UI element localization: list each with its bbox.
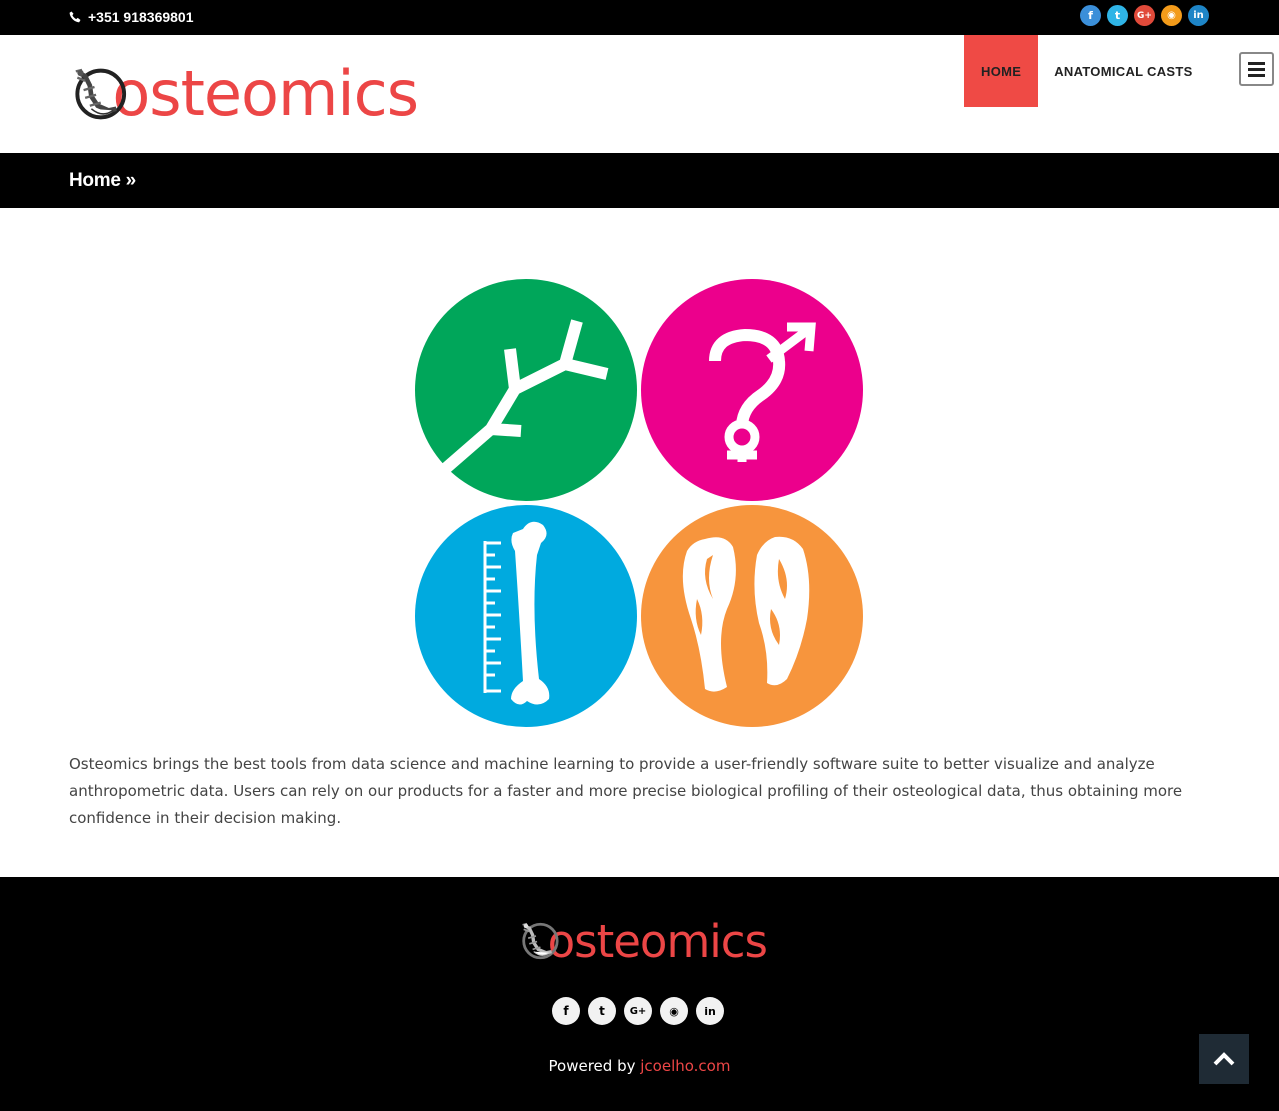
facebook-icon[interactable]: f bbox=[1080, 5, 1101, 26]
footer-logo[interactable]: osteomics bbox=[517, 911, 768, 971]
site-logo[interactable]: osteomics bbox=[68, 53, 419, 135]
linkedin-icon[interactable]: in bbox=[1188, 5, 1209, 26]
phone-contact[interactable]: +351 918369801 bbox=[69, 9, 194, 25]
back-to-top-button[interactable] bbox=[1199, 1034, 1249, 1084]
facebook-icon[interactable]: f bbox=[552, 997, 580, 1025]
site-header: osteomics HOME ANATOMICAL CASTS bbox=[0, 35, 1279, 153]
phone-number: +351 918369801 bbox=[88, 9, 194, 25]
skeleton-logo-icon bbox=[522, 922, 559, 960]
top-bar: +351 918369801 f t G+ ◉ in bbox=[0, 0, 1279, 35]
twitter-icon[interactable]: t bbox=[588, 997, 616, 1025]
tree-icon bbox=[415, 279, 637, 501]
powered-by: Powered by jcoelho.com bbox=[0, 1057, 1279, 1075]
powered-by-link[interactable]: jcoelho.com bbox=[640, 1057, 730, 1075]
gender-question-icon bbox=[641, 279, 863, 501]
powered-by-label: Powered by bbox=[548, 1057, 641, 1075]
intro-text: Osteomics brings the best tools from dat… bbox=[69, 755, 1183, 827]
footer-logo-wordmark: osteomics bbox=[547, 914, 768, 968]
google-plus-icon[interactable]: G+ bbox=[1134, 5, 1155, 26]
logo-wordmark: osteomics bbox=[112, 57, 419, 130]
breadcrumb: Home » bbox=[0, 153, 1279, 208]
skeleton-logo-icon bbox=[75, 68, 127, 120]
rss-icon[interactable]: ◉ bbox=[1161, 5, 1182, 26]
hamburger-icon[interactable] bbox=[1239, 52, 1274, 86]
top-social-links: f t G+ ◉ in bbox=[1080, 5, 1209, 26]
chevron-up-icon bbox=[1213, 1052, 1235, 1066]
google-plus-icon[interactable]: G+ bbox=[624, 997, 652, 1025]
nav-home[interactable]: HOME bbox=[964, 35, 1039, 107]
twitter-icon[interactable]: t bbox=[1107, 5, 1128, 26]
rss-icon[interactable]: ◉ bbox=[660, 997, 688, 1025]
linkedin-icon[interactable]: in bbox=[696, 997, 724, 1025]
bone-section-icon bbox=[641, 505, 863, 727]
bone-ruler-icon bbox=[415, 505, 637, 727]
phone-icon bbox=[69, 11, 81, 23]
site-footer: osteomics f t G+ ◉ in Powered by jcoelho… bbox=[0, 877, 1279, 1111]
feature-icons bbox=[415, 279, 863, 727]
breadcrumb-home[interactable]: Home » bbox=[69, 170, 136, 192]
footer-social-links: f t G+ ◉ in bbox=[552, 997, 724, 1025]
main-nav: HOME ANATOMICAL CASTS bbox=[964, 35, 1209, 107]
nav-anatomical-casts[interactable]: ANATOMICAL CASTS bbox=[1038, 35, 1208, 107]
